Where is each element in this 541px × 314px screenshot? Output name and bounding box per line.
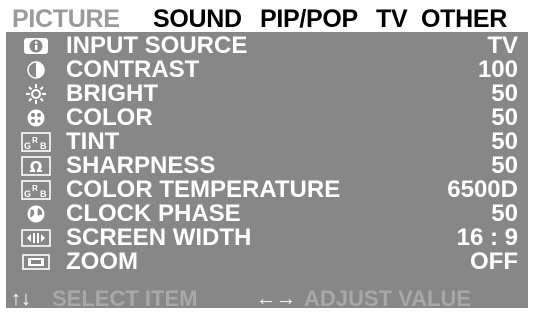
- tab-picture[interactable]: PICTURE: [12, 6, 120, 32]
- svg-text:R: R: [32, 136, 38, 145]
- menu-item-value: 50: [491, 128, 518, 155]
- menu-item-label: BRIGHT: [66, 80, 158, 107]
- menu-item-label: INPUT SOURCE: [66, 32, 248, 59]
- select-item-hint: SELECT ITEM: [52, 286, 198, 309]
- menu-item-value: TV: [487, 32, 518, 59]
- svg-text:R: R: [32, 184, 38, 193]
- menu-item-label: CONTRAST: [66, 56, 200, 83]
- left-right-arrows-icon: ←→: [256, 288, 296, 308]
- svg-text:G: G: [24, 141, 31, 151]
- menu-item-label: CLOCK PHASE: [66, 200, 241, 227]
- svg-text:Ω: Ω: [30, 158, 43, 176]
- osd-menu-panel: PICTURE SOUND PIP/POP TV OTHER INPUT SOU…: [6, 6, 528, 308]
- menu-item-clock-phase[interactable]: CLOCK PHASE 50: [6, 202, 528, 226]
- menu-item-label: TINT: [66, 128, 120, 155]
- menu-item-label: ZOOM: [66, 248, 138, 275]
- tab-sound[interactable]: SOUND: [153, 6, 242, 32]
- menu-item-value: 50: [491, 152, 518, 179]
- svg-text:B: B: [40, 141, 47, 151]
- menu-item-label: SHARPNESS: [66, 152, 216, 179]
- clock-phase-globe-icon: [21, 204, 51, 224]
- menu-item-tint[interactable]: GRB TINT 50: [6, 130, 528, 154]
- sharpness-omega-icon: Ω: [21, 156, 51, 176]
- menu-item-sharpness[interactable]: Ω SHARPNESS 50: [6, 154, 528, 178]
- menu-item-value: 6500D: [447, 176, 518, 203]
- up-down-arrows-icon: ↑↓: [11, 288, 31, 308]
- tab-tv[interactable]: TV: [376, 6, 408, 32]
- menu-item-value: OFF: [470, 248, 518, 275]
- menu-tab-bar: PICTURE SOUND PIP/POP TV OTHER: [6, 6, 528, 32]
- menu-item-label: SCREEN WIDTH: [66, 224, 252, 251]
- svg-text:B: B: [40, 189, 47, 199]
- adjust-value-hint: ADJUST VALUE: [304, 286, 472, 309]
- zoom-screen-icon: [21, 252, 51, 272]
- brightness-sun-icon: [21, 84, 51, 104]
- grb-color-temperature-icon: GRB: [21, 180, 51, 200]
- menu-item-zoom[interactable]: ZOOM OFF: [6, 250, 528, 274]
- info-icon: [21, 36, 51, 56]
- menu-item-screen-width[interactable]: SCREEN WIDTH 16 : 9: [6, 226, 528, 250]
- menu-item-value: 16 : 9: [456, 224, 518, 251]
- menu-item-value: 50: [491, 200, 518, 227]
- tab-pip-pop[interactable]: PIP/POP: [260, 6, 358, 32]
- menu-item-input-source[interactable]: INPUT SOURCE TV: [6, 34, 528, 58]
- menu-item-label: COLOR TEMPERATURE: [66, 176, 341, 203]
- menu-item-value: 100: [477, 56, 518, 83]
- tab-other[interactable]: OTHER: [421, 6, 507, 32]
- grb-tint-icon: GRB: [21, 132, 51, 152]
- menu-item-bright[interactable]: BRIGHT 50: [6, 82, 528, 106]
- menu-item-color-temperature[interactable]: GRB COLOR TEMPERATURE 6500D: [6, 178, 528, 202]
- color-palette-icon: [21, 108, 51, 128]
- svg-text:G: G: [24, 189, 31, 199]
- menu-item-value: 50: [491, 104, 518, 131]
- menu-item-label: COLOR: [66, 104, 153, 131]
- menu-item-contrast[interactable]: CONTRAST 100: [6, 58, 528, 82]
- contrast-icon: [21, 60, 51, 80]
- menu-item-color[interactable]: COLOR 50: [6, 106, 528, 130]
- osd-help-bar: ↑↓ SELECT ITEM ←→ ADJUST VALUE: [6, 286, 528, 309]
- screen-width-icon: [21, 228, 51, 248]
- menu-item-value: 50: [491, 80, 518, 107]
